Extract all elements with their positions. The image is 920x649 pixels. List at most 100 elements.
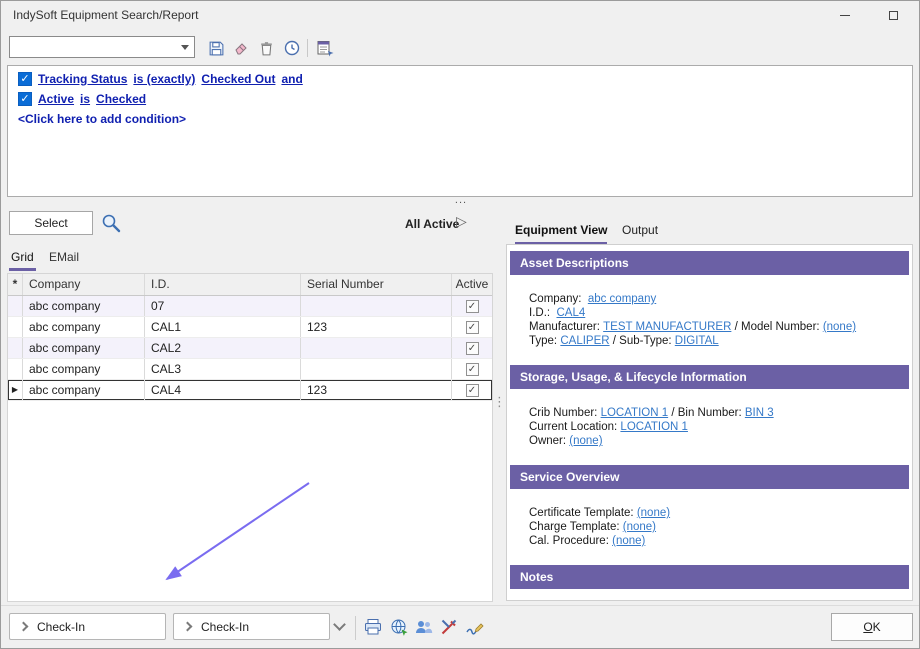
cell-id: CAL1 <box>145 317 301 337</box>
vertical-splitter-handle[interactable]: ⋮ <box>493 394 503 410</box>
current-location-label: Current Location: <box>529 421 617 433</box>
active-checkbox[interactable]: ✓ <box>466 321 479 334</box>
filter-conjunction-link[interactable]: and <box>281 72 302 86</box>
subtype-link[interactable]: DIGITAL <box>675 335 719 347</box>
check-in-button-1[interactable]: Check-In <box>9 613 166 640</box>
filter-value-link[interactable]: Checked Out <box>201 72 275 86</box>
all-active-label[interactable]: All Active <box>405 217 459 231</box>
section-header-notes: Notes <box>510 565 909 589</box>
tools-button[interactable] <box>439 617 461 639</box>
charge-template-link[interactable]: (none) <box>623 521 656 533</box>
save-button[interactable] <box>205 37 227 59</box>
column-header-id[interactable]: I.D. <box>145 274 301 295</box>
storage-body: Crib Number: LOCATION 1 / Bin Number: BI… <box>507 389 912 465</box>
active-checkbox[interactable]: ✓ <box>466 300 479 313</box>
saved-search-input[interactable] <box>13 38 173 56</box>
cell-serial: 123 <box>301 380 452 400</box>
minimize-icon <box>840 15 850 16</box>
cell-active: ✓ <box>452 359 492 379</box>
signature-button[interactable] <box>464 617 486 639</box>
charge-template-label: Charge Template: <box>529 521 620 533</box>
ok-accelerator: O <box>863 620 872 634</box>
bottom-separator <box>355 616 356 640</box>
filter-checkbox-tracking-status[interactable]: ✓ <box>18 72 32 86</box>
add-condition-link[interactable]: <Click here to add condition> <box>18 112 186 126</box>
run-search-icon[interactable]: ▷ <box>456 213 467 230</box>
filter-operator-link[interactable]: is <box>80 92 90 106</box>
toolbar-separator <box>307 39 308 57</box>
saved-search-combobox[interactable] <box>9 36 195 58</box>
cell-active: ✓ <box>452 317 492 337</box>
column-header-company[interactable]: Company <box>23 274 145 295</box>
active-checkbox[interactable]: ✓ <box>466 363 479 376</box>
type-link[interactable]: CALIPER <box>560 335 609 347</box>
bin-number-link[interactable]: BIN 3 <box>745 407 774 419</box>
cell-company: abc company <box>23 380 145 400</box>
filter-value-link[interactable]: Checked <box>96 92 146 106</box>
company-link[interactable]: abc company <box>588 293 656 305</box>
search-button[interactable] <box>100 212 122 234</box>
filter-field-link[interactable]: Tracking Status <box>38 72 127 86</box>
history-button[interactable] <box>281 37 303 59</box>
table-row-selected[interactable]: ▶ abc company CAL4 123 ✓ <box>8 380 492 401</box>
horizontal-splitter-handle[interactable]: ... <box>1 197 920 206</box>
maximize-button[interactable] <box>871 1 915 29</box>
bottom-toolbar: Check-In Check-In OK <box>1 605 920 649</box>
minimize-button[interactable] <box>823 1 867 29</box>
results-grid: * Company I.D. Serial Number Active abc … <box>7 273 493 602</box>
subtype-label: Sub-Type: <box>619 335 671 347</box>
crib-number-link[interactable]: LOCATION 1 <box>601 407 669 419</box>
model-number-link[interactable]: (none) <box>823 321 856 333</box>
filter-conditions-panel: ✓ Tracking Status is (exactly) Checked O… <box>7 65 913 197</box>
cell-company: abc company <box>23 317 145 337</box>
table-row[interactable]: abc company CAL1 123 ✓ <box>8 317 492 338</box>
cal-procedure-link[interactable]: (none) <box>612 535 645 547</box>
column-header-serial-number[interactable]: Serial Number <box>301 274 452 295</box>
active-checkbox[interactable]: ✓ <box>466 342 479 355</box>
table-row[interactable]: abc company CAL3 ✓ <box>8 359 492 380</box>
check-in-label: Check-In <box>37 620 85 634</box>
filter-field-link[interactable]: Active <box>38 92 74 106</box>
tab-equipment-view[interactable]: Equipment View <box>515 223 607 245</box>
manufacturer-link[interactable]: TEST MANUFACTURER <box>603 321 731 333</box>
equipment-report-button[interactable] <box>314 37 336 59</box>
section-header-storage-usage-lifecycle: Storage, Usage, & Lifecycle Information <box>510 365 909 389</box>
print-icon <box>363 617 383 637</box>
filter-operator-link[interactable]: is (exactly) <box>133 72 195 86</box>
check-in-button-2[interactable]: Check-In <box>173 613 330 640</box>
select-button[interactable]: Select <box>9 211 93 235</box>
web-publish-button[interactable] <box>389 617 411 639</box>
current-location-link[interactable]: LOCATION 1 <box>620 421 688 433</box>
slash-separator: / <box>735 321 738 333</box>
cal-procedure-label: Cal. Procedure: <box>529 535 609 547</box>
certificate-template-link[interactable]: (none) <box>637 507 670 519</box>
print-button[interactable] <box>363 617 385 639</box>
clear-button[interactable] <box>230 37 252 59</box>
users-button[interactable] <box>414 617 436 639</box>
tab-grid[interactable]: Grid <box>9 250 36 271</box>
chevron-down-icon[interactable] <box>333 618 346 631</box>
slash-separator: / <box>671 407 674 419</box>
tab-output[interactable]: Output <box>622 223 658 237</box>
filter-row-active: ✓ Active is Checked <box>18 92 146 106</box>
equipment-view-panel: Asset Descriptions Company: abc company … <box>506 244 913 601</box>
combo-dropdown-icon[interactable] <box>176 38 193 56</box>
id-link[interactable]: CAL4 <box>556 307 585 319</box>
slash-separator: / <box>613 335 616 347</box>
column-header-active[interactable]: Active <box>452 274 492 295</box>
service-body: Certificate Template: (none) Charge Temp… <box>507 489 912 565</box>
table-row[interactable]: abc company CAL2 ✓ <box>8 338 492 359</box>
filter-checkbox-active[interactable]: ✓ <box>18 92 32 106</box>
delete-button[interactable] <box>255 37 277 59</box>
active-checkbox[interactable]: ✓ <box>466 384 479 397</box>
table-row[interactable]: abc company 07 ✓ <box>8 296 492 317</box>
owner-link[interactable]: (none) <box>569 435 602 447</box>
titlebar: IndySoft Equipment Search/Report <box>1 1 919 29</box>
tab-email[interactable]: EMail <box>47 250 81 268</box>
cell-company: abc company <box>23 359 145 379</box>
cell-serial: 123 <box>301 317 452 337</box>
row-marker-cell <box>8 296 23 316</box>
ok-button[interactable]: OK <box>831 613 913 641</box>
cell-company: abc company <box>23 296 145 316</box>
grid-header-row: * Company I.D. Serial Number Active <box>8 274 492 296</box>
